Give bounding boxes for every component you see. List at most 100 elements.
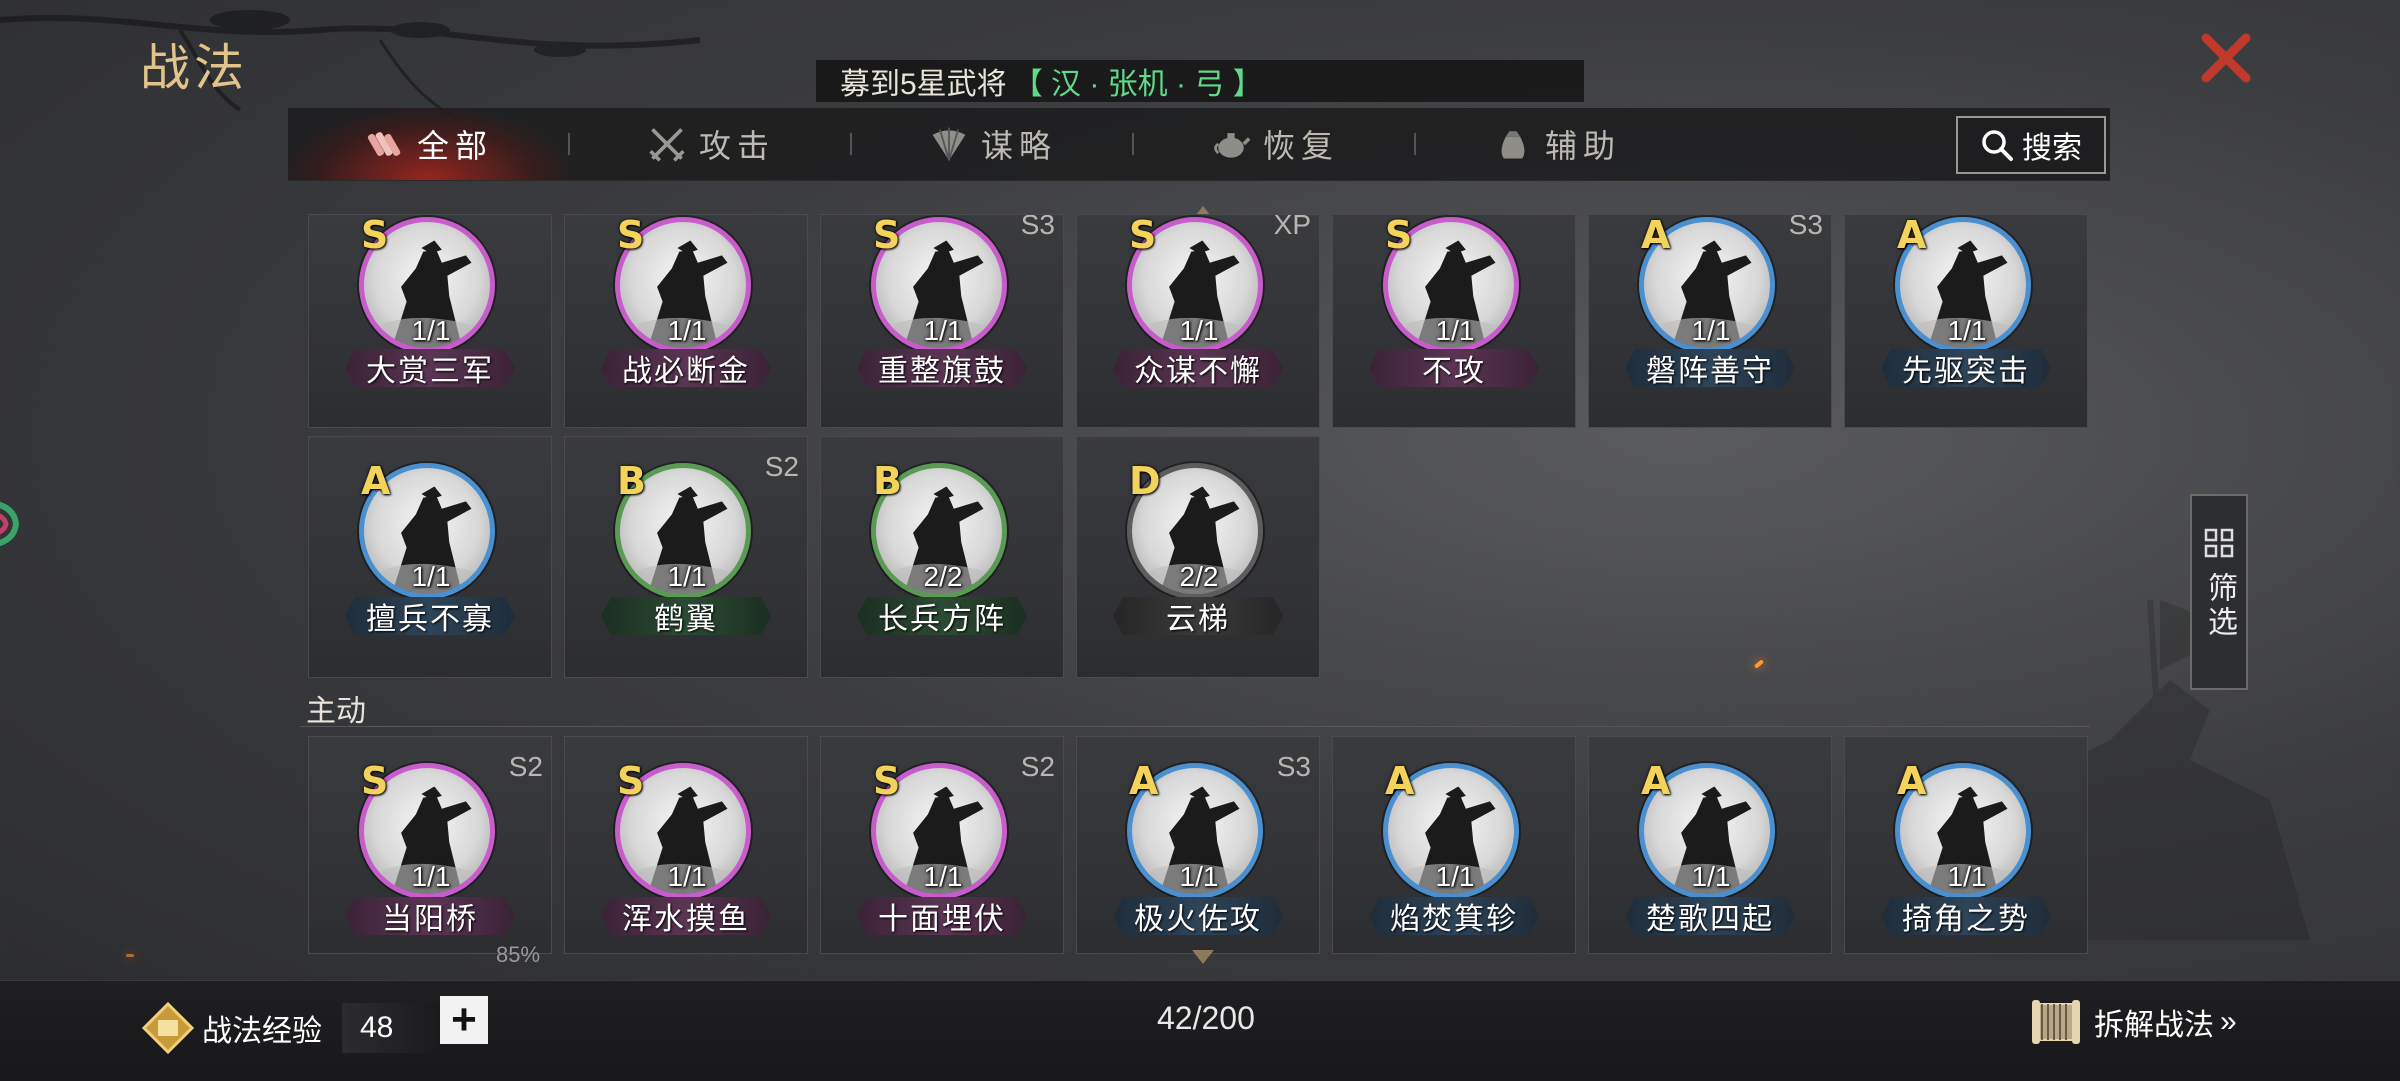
tactic-count-label: 1/1 — [411, 861, 451, 892]
grade-badge: S — [873, 759, 901, 803]
partial-percent-text: 85% — [496, 942, 541, 967]
tactic-card[interactable]: S 1/1 战必断金 — [564, 214, 808, 428]
exp-label: 战法经验 — [202, 1015, 322, 1048]
grade-badge: S — [617, 759, 645, 803]
grade-badge: S — [873, 214, 901, 257]
grade-badge: A — [361, 459, 391, 503]
tab-label: 攻击 — [698, 128, 775, 164]
grade-badge: A — [1385, 759, 1415, 803]
grade-badge: S — [1129, 214, 1157, 257]
tactic-count-label: 1/1 — [667, 561, 707, 592]
grade-badge: S — [361, 214, 389, 257]
tab-support[interactable]: 辅助 — [1416, 108, 1696, 180]
tactic-card[interactable]: A 1/1 擅兵不寡 — [308, 436, 552, 678]
tactic-count-label: 1/1 — [667, 861, 707, 892]
tactic-name: 焰焚箕轸 — [1369, 897, 1539, 935]
tactic-count-label: 1/1 — [1947, 315, 1987, 346]
category-tabs: 全部 攻击 谋略 恢复 辅助 — [288, 108, 2110, 181]
tactic-name: 鹤翼 — [601, 597, 771, 635]
tactic-card[interactable]: A 1/1 掎角之势 — [1844, 736, 2088, 954]
close-button[interactable] — [2196, 28, 2256, 88]
grade-badge: A — [1641, 759, 1671, 803]
ember-spark — [126, 954, 134, 957]
tactic-card[interactable]: S 1/1 XP 众谋不懈 — [1076, 214, 1320, 428]
dismantle-tactic-button[interactable]: 拆解战法 » — [2026, 992, 2237, 1052]
tactic-card[interactable]: S 1/1 S3 重整旗鼓 — [820, 214, 1064, 428]
double-chevron-icon: » — [2220, 1005, 2237, 1038]
tactic-count-label: 1/1 — [1435, 315, 1475, 346]
banner-highlight: 【 汉 · 张机 · 弓 】 — [1012, 68, 1263, 101]
season-tag: S2 — [508, 751, 543, 782]
tactic-name: 重整旗鼓 — [857, 349, 1027, 387]
tab-label: 恢复 — [1262, 128, 1339, 164]
search-button[interactable]: 搜索 — [1956, 116, 2106, 174]
tactic-card[interactable]: S 1/1 浑水摸鱼 — [564, 736, 808, 954]
tactic-name: 云梯 — [1113, 597, 1283, 635]
tactic-card[interactable]: S 1/1 大赏三军 — [308, 214, 552, 428]
tab-recovery[interactable]: 恢复 — [1134, 108, 1414, 180]
tactic-count-label: 2/2 — [923, 561, 963, 592]
grade-badge: B — [873, 459, 902, 503]
scroll-icon — [2032, 1000, 2080, 1044]
dismantle-label: 拆解战法 — [2094, 1009, 2214, 1042]
tactic-exp: 战法经验 48 — [140, 1000, 442, 1056]
tactic-card[interactable]: S 1/1 S2 十面埋伏 — [820, 736, 1064, 954]
tactic-card[interactable]: A 1/1 焰焚箕轸 — [1332, 736, 1576, 954]
tab-attack[interactable]: 攻击 — [570, 108, 850, 180]
grade-badge: A — [1897, 759, 1927, 803]
grade-badge: S — [361, 759, 389, 803]
tactic-card[interactable]: A 1/1 楚歌四起 — [1588, 736, 1832, 954]
tactic-name: 掎角之势 — [1881, 897, 2051, 935]
season-tag: S3 — [1276, 751, 1311, 782]
exp-scroll-icon — [141, 1001, 195, 1055]
season-tag: S3 — [1788, 214, 1823, 240]
scroll-bundle-icon — [363, 122, 407, 166]
season-tag: S2 — [1020, 751, 1055, 782]
tactic-name: 浑水摸鱼 — [601, 897, 771, 935]
tactic-count-label: 1/1 — [411, 561, 451, 592]
add-exp-button[interactable]: + — [440, 996, 488, 1044]
tactic-card[interactable]: S 1/1 不攻 — [1332, 214, 1576, 428]
section-active-label: 主动 — [306, 695, 366, 728]
filter-label: 筛选 — [2203, 572, 2236, 640]
exp-value: 48 — [342, 1003, 442, 1053]
tactic-count-label: 1/1 — [1947, 861, 1987, 892]
filter-button[interactable]: 筛选 — [2190, 494, 2248, 690]
pouch-icon — [1491, 122, 1535, 166]
season-tag: S2 — [764, 451, 799, 482]
tactic-count-label: 1/1 — [667, 315, 707, 346]
recruit-banner: 募到5星武将 【 汉 · 张机 · 弓 】 — [816, 60, 1584, 102]
grade-badge: D — [1129, 459, 1161, 503]
tactic-card[interactable]: S 1/1 S2 当阳桥 — [308, 736, 552, 954]
tactic-name: 先驱突击 — [1881, 349, 2051, 387]
tactic-card[interactable]: A 1/1 S3 极火佐攻 — [1076, 736, 1320, 954]
tactic-count-label: 1/1 — [411, 315, 451, 346]
tactic-card[interactable]: A 1/1 S3 磐阵善守 — [1588, 214, 1832, 428]
tactic-count-label: 1/1 — [923, 861, 963, 892]
page-title: 战法 — [140, 39, 248, 97]
search-icon — [1982, 130, 2013, 161]
tactic-name: 大赏三军 — [345, 349, 515, 387]
tactic-name: 极火佐攻 — [1113, 897, 1283, 935]
tactic-count-label: 1/1 — [1691, 861, 1731, 892]
banner-prefix: 募到5星武将 — [840, 68, 1007, 101]
section-divider — [300, 726, 2090, 727]
tactic-name: 磐阵善守 — [1625, 349, 1795, 387]
tactic-name: 长兵方阵 — [857, 597, 1027, 635]
tactic-card[interactable]: B 2/2 长兵方阵 — [820, 436, 1064, 678]
scroll-down-arrow-icon — [1192, 950, 1214, 964]
side-emblem-icon — [0, 501, 20, 547]
close-icon — [2201, 33, 2251, 83]
tactic-card[interactable]: D 2/2 云梯 — [1076, 436, 1320, 678]
tactic-count: 42/200 — [1157, 1000, 1255, 1036]
grid-filter-icon — [2204, 528, 2234, 558]
tab-all[interactable]: 全部 — [288, 108, 568, 180]
grade-badge: A — [1641, 214, 1671, 257]
tactic-card[interactable]: B 1/1 S2 鹤翼 — [564, 436, 808, 678]
grade-badge: S — [617, 214, 645, 257]
tactic-count-label: 1/1 — [923, 315, 963, 346]
tactic-count-label: 1/1 — [1179, 315, 1219, 346]
tactic-name: 不攻 — [1369, 349, 1539, 387]
tab-strategy[interactable]: 谋略 — [852, 108, 1132, 180]
tactic-card[interactable]: A 1/1 先驱突击 — [1844, 214, 2088, 428]
